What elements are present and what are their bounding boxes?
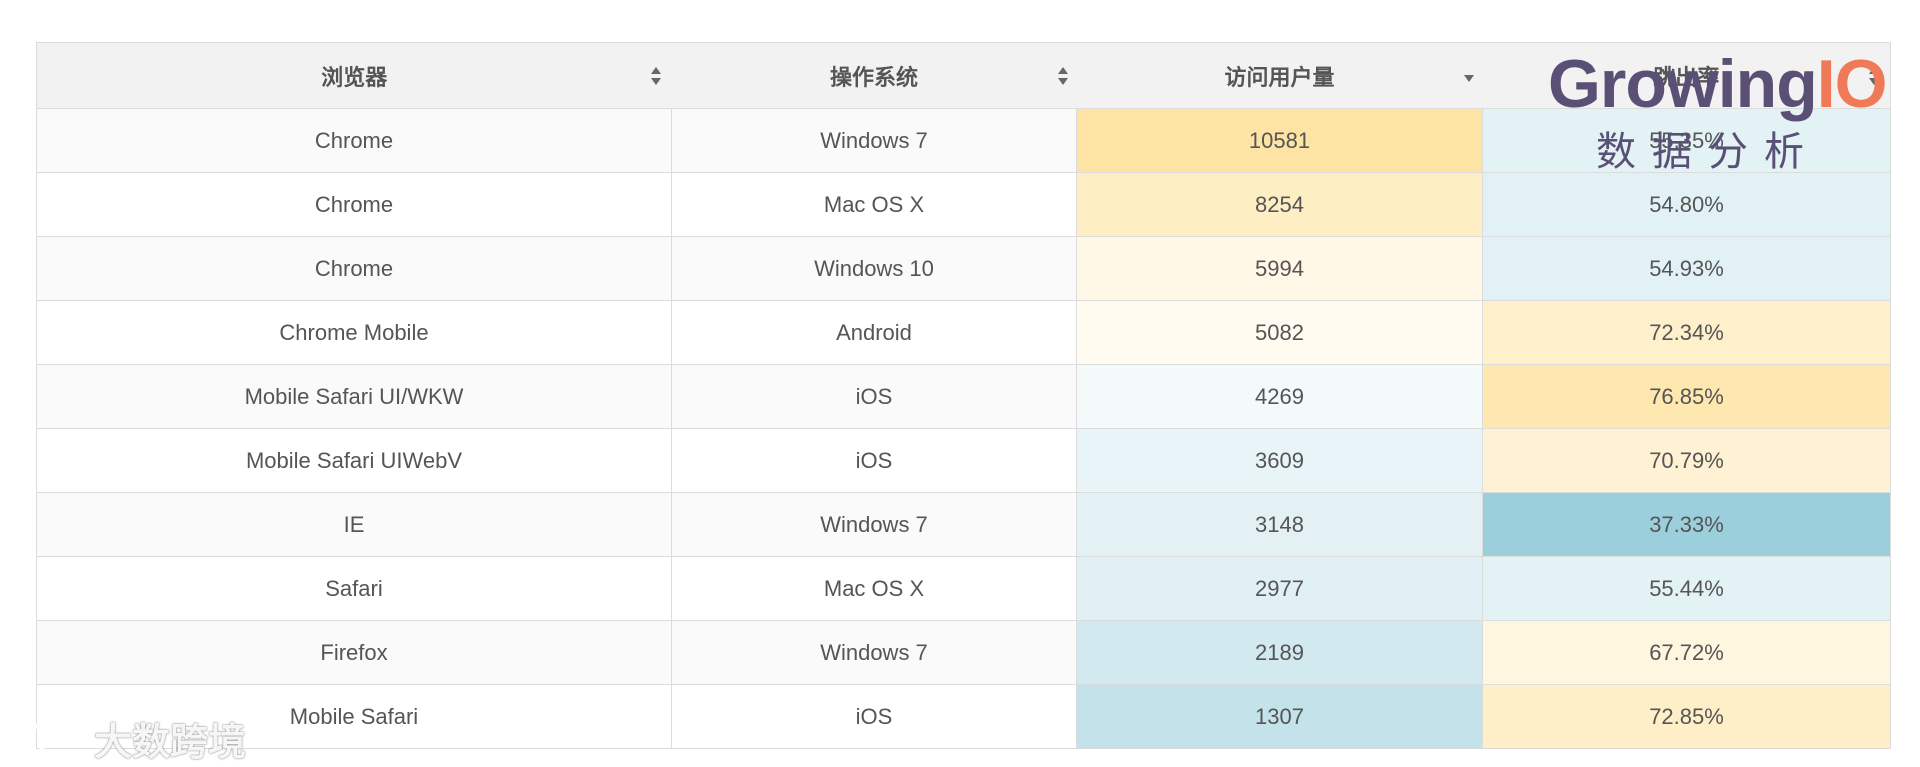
logo-word-accent: IO: [1816, 46, 1888, 122]
cell-os: iOS: [671, 428, 1077, 493]
cell-users: 4269: [1076, 364, 1483, 429]
cell-os: Windows 10: [671, 236, 1077, 301]
table-row: Firefox Windows 7 2189 67.72%: [36, 620, 1891, 685]
table-row: Chrome Windows 10 5994 54.93%: [36, 236, 1891, 301]
cell-users: 2189: [1076, 620, 1483, 685]
sort-both-icon[interactable]: [650, 65, 662, 87]
cell-bounce-rate: 76.85%: [1482, 364, 1891, 429]
table-row: Mobile Safari iOS 1307 72.85%: [36, 684, 1891, 749]
column-header-label: 访问用户量: [1224, 64, 1335, 90]
watermark-logo-icon: [17, 723, 82, 755]
cell-bounce-rate: 72.85%: [1482, 684, 1891, 749]
watermark: 大数跨境: [12, 716, 246, 764]
cell-bounce-rate: 72.34%: [1482, 300, 1891, 365]
cell-os: Windows 7: [671, 492, 1077, 557]
logo-subtitle: 数据分析: [1596, 130, 1820, 174]
cell-users: 5994: [1076, 236, 1483, 301]
cell-os: Mac OS X: [671, 556, 1077, 621]
cell-bounce-rate: 67.72%: [1482, 620, 1891, 685]
cell-browser: Mobile Safari UI/WKW: [36, 364, 672, 429]
screenshot-stage: 浏览器 操作系统 访问用户量 跳出率 Chrome Windows 7 1058…: [0, 0, 1920, 767]
column-header-label: 操作系统: [829, 64, 918, 90]
growingio-logo: GrowingIO 数据分析: [1548, 48, 1888, 188]
table-row: Safari Mac OS X 2977 55.44%: [36, 556, 1891, 621]
column-header-os[interactable]: 操作系统: [671, 42, 1077, 109]
cell-os: Windows 7: [671, 108, 1077, 173]
cell-bounce-rate: 54.93%: [1482, 236, 1891, 301]
table-row: Chrome Mobile Android 5082 72.34%: [36, 300, 1891, 365]
cell-bounce-rate: 55.44%: [1482, 556, 1891, 621]
sort-descending-icon[interactable]: [1463, 65, 1475, 87]
cell-browser: Mobile Safari UIWebV: [36, 428, 672, 493]
watermark-text: 大数跨境: [94, 721, 247, 764]
cell-os: Mac OS X: [671, 172, 1077, 237]
cell-browser: Firefox: [36, 620, 672, 685]
column-header-label: 浏览器: [321, 64, 388, 90]
cell-browser: IE: [36, 492, 672, 557]
cell-users: 2977: [1076, 556, 1483, 621]
table-row: Mobile Safari UIWebV iOS 3609 70.79%: [36, 428, 1891, 493]
cell-os: Android: [671, 300, 1077, 365]
logo-word-main: Growing: [1548, 46, 1818, 122]
cell-os: iOS: [671, 684, 1077, 749]
cell-users: 5082: [1076, 300, 1483, 365]
cell-bounce-rate: 70.79%: [1482, 428, 1891, 493]
sort-both-icon[interactable]: [1057, 65, 1069, 87]
cell-users: 8254: [1076, 172, 1483, 237]
cell-browser: Chrome: [36, 172, 672, 237]
cell-bounce-rate: 37.33%: [1482, 492, 1891, 557]
cell-browser: Chrome: [36, 236, 672, 301]
column-header-browser[interactable]: 浏览器: [36, 42, 672, 109]
cell-users: 3609: [1076, 428, 1483, 493]
cell-browser: Chrome Mobile: [36, 300, 672, 365]
cell-users: 10581: [1076, 108, 1483, 173]
cell-browser: Chrome: [36, 108, 672, 173]
logo-wordmark: GrowingIO: [1548, 46, 1888, 122]
table-body: Chrome Windows 7 10581 55.35% Chrome Mac OS X…: [36, 108, 1891, 749]
cell-users: 3148: [1076, 492, 1483, 557]
cell-browser: Safari: [36, 556, 672, 621]
column-header-users[interactable]: 访问用户量: [1076, 42, 1483, 109]
cell-os: Windows 7: [671, 620, 1077, 685]
table-row: IE Windows 7 3148 37.33%: [36, 492, 1891, 557]
cell-os: iOS: [671, 364, 1077, 429]
cell-users: 1307: [1076, 684, 1483, 749]
table-row: Mobile Safari UI/WKW iOS 4269 76.85%: [36, 364, 1891, 429]
